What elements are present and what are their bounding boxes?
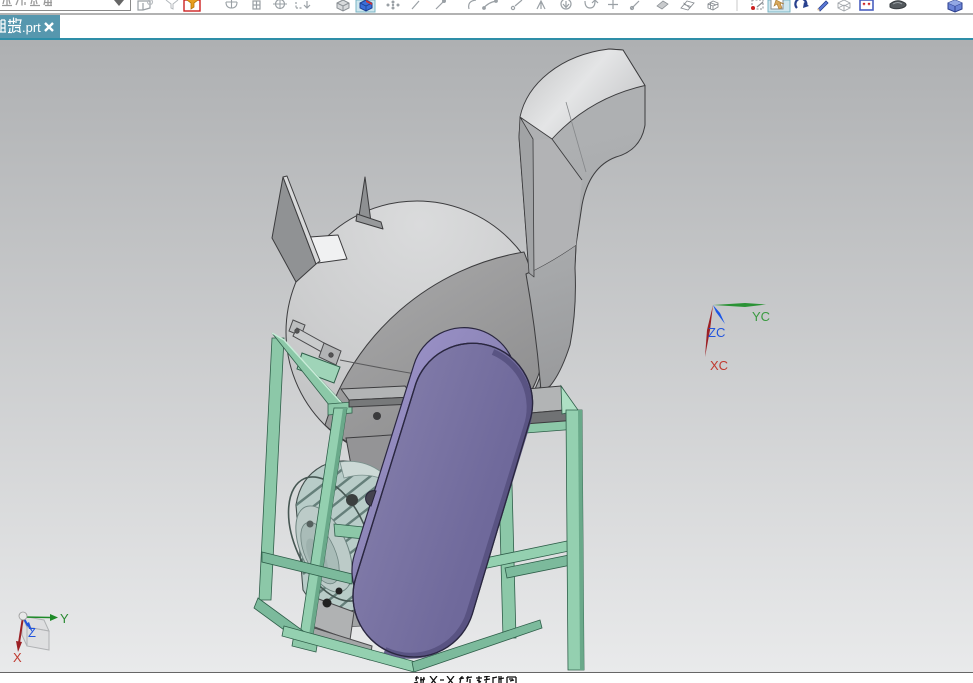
- svg-text:YC: YC: [752, 309, 770, 324]
- svg-text:ZC: ZC: [708, 325, 725, 340]
- svg-text:XC: XC: [710, 358, 728, 373]
- svg-text:Y: Y: [60, 611, 69, 626]
- svg-text:.prt: .prt: [22, 20, 41, 35]
- svg-text:X: X: [13, 650, 22, 665]
- svg-text:Z: Z: [28, 625, 36, 640]
